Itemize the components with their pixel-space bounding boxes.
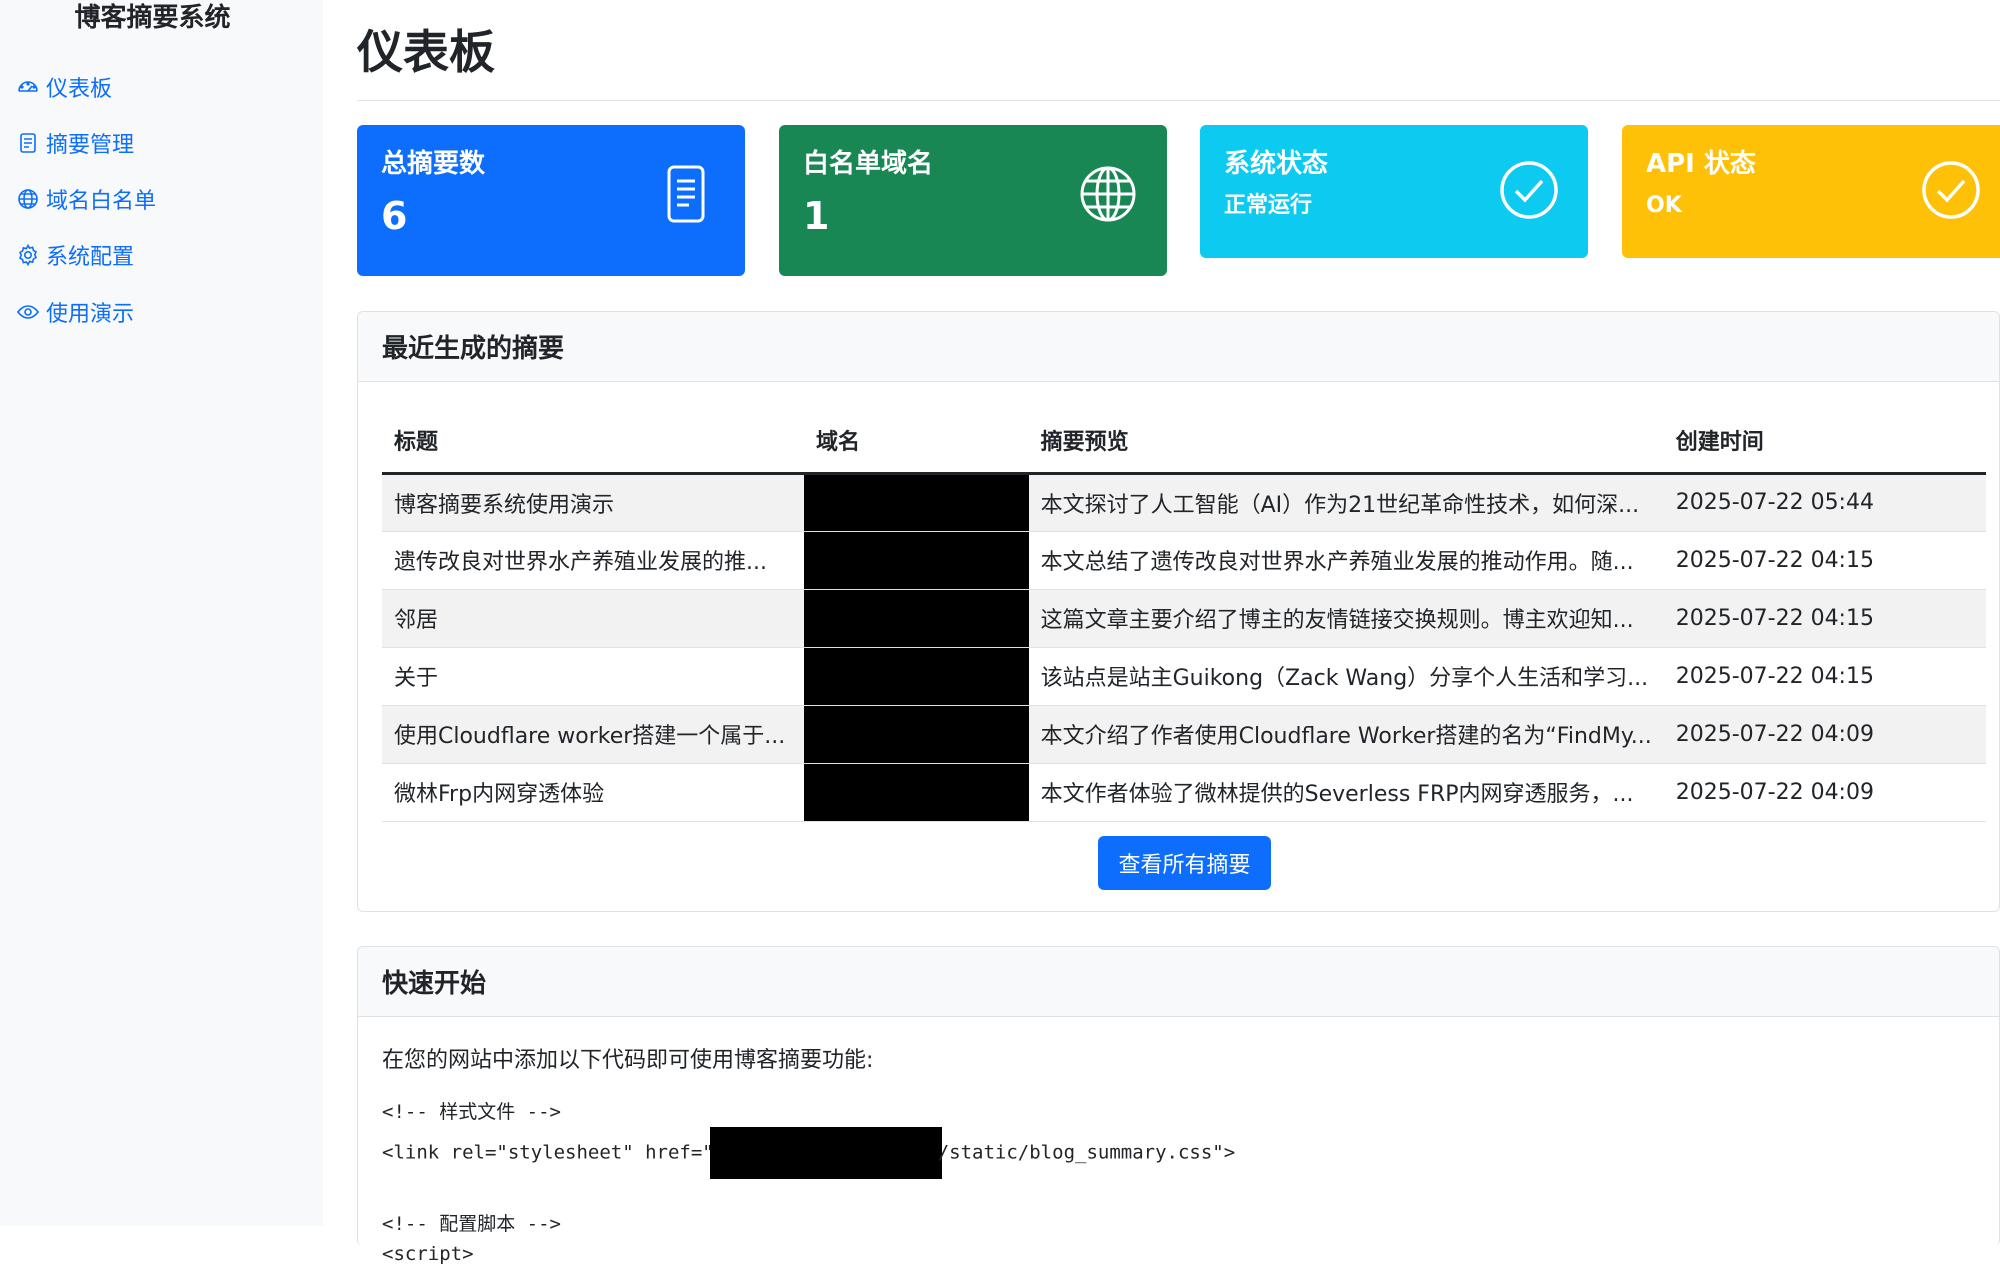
summary-preview: 这篇文章主要介绍了博主的友情链接交换规则。博主欢迎知... — [1028, 589, 1664, 648]
summary-preview: 该站点是站主Guikong（Zack Wang）分享个人生活和学习... — [1028, 647, 1664, 706]
stat-card-api-status: API 状态 OK — [1622, 125, 2000, 258]
stat-card-whitelist-domains: 白名单域名 1 — [779, 125, 1167, 276]
document-icon — [655, 163, 717, 225]
summary-title: 遗传改良对世界水产养殖业发展的推... — [382, 531, 804, 590]
summary-title: 邻居 — [382, 589, 804, 648]
sidebar-item-label: 使用演示 — [46, 302, 135, 327]
code-link-suffix: /static/blog_summary.css"> — [937, 1141, 1236, 1164]
summary-preview: 本文总结了遗传改良对世界水产养殖业发展的推动作用。随... — [1028, 531, 1664, 590]
summary-time: 2025-07-22 04:15 — [1663, 647, 1986, 706]
sidebar-item-dashboard[interactable]: 仪表板 — [16, 67, 112, 107]
column-header-time: 创建时间 — [1663, 409, 1986, 475]
page-title: 仪表板 — [357, 25, 495, 79]
redacted-domain — [803, 473, 1029, 532]
table-row[interactable]: 博客摘要系统使用演示 本文探讨了人工智能（AI）作为21世纪革命性技术，如何深.… — [382, 473, 1986, 532]
quickstart-intro: 在您的网站中添加以下代码即可使用博客摘要功能: — [382, 1048, 874, 1073]
recent-summaries-table: 标题 域名 摘要预览 创建时间 博客摘要系统使用演示 本文探讨了人工智能（AI）… — [382, 409, 1986, 822]
code-comment-script: <!-- 配置脚本 --> — [382, 1213, 561, 1235]
code-link-prefix: <link rel="stylesheet" href=" — [382, 1141, 714, 1164]
globe-icon — [16, 187, 40, 211]
table-header-row: 标题 域名 摘要预览 创建时间 — [382, 409, 1986, 475]
code-comment-style: <!-- 样式文件 --> — [382, 1101, 561, 1123]
check-circle-icon — [1920, 159, 1982, 221]
sidebar-item-label: 系统配置 — [46, 245, 135, 270]
table-row[interactable]: 邻居 这篇文章主要介绍了博主的友情链接交换规则。博主欢迎知... 2025-07… — [382, 589, 1986, 648]
sidebar-item-label: 仪表板 — [46, 77, 113, 102]
view-all-summaries-button[interactable]: 查看所有摘要 — [1098, 836, 1271, 890]
table-row[interactable]: 遗传改良对世界水产养殖业发展的推... 本文总结了遗传改良对世界水产养殖业发展的… — [382, 531, 1986, 590]
sidebar-item-summaries[interactable]: 摘要管理 — [16, 123, 134, 163]
document-icon — [16, 131, 40, 155]
redacted-domain — [803, 589, 1029, 648]
summary-title: 关于 — [382, 647, 804, 706]
summary-title: 使用Cloudflare worker搭建一个属于... — [382, 705, 804, 764]
eye-icon — [16, 300, 40, 324]
stat-card-total-summaries: 总摘要数 6 — [357, 125, 745, 276]
card-header: 最近生成的摘要 — [358, 312, 1999, 382]
column-header-preview: 摘要预览 — [1028, 409, 1664, 475]
redacted-url — [709, 1127, 942, 1179]
sidebar-item-settings[interactable]: 系统配置 — [16, 235, 134, 275]
summary-preview: 本文探讨了人工智能（AI）作为21世纪革命性技术，如何深... — [1028, 473, 1664, 532]
gear-icon — [16, 243, 40, 267]
summary-time: 2025-07-22 04:15 — [1663, 589, 1986, 648]
app-title: 博客摘要系统 — [74, 3, 231, 33]
quickstart-card: 快速开始 在您的网站中添加以下代码即可使用博客摘要功能: <!-- 样式文件 -… — [357, 946, 2000, 1265]
sidebar-item-demo[interactable]: 使用演示 — [16, 292, 134, 332]
sidebar-item-label: 域名白名单 — [46, 189, 157, 214]
check-circle-icon — [1498, 159, 1560, 221]
redacted-domain — [803, 705, 1029, 764]
summary-time: 2025-07-22 04:09 — [1663, 763, 1986, 822]
summary-time: 2025-07-22 04:15 — [1663, 531, 1986, 590]
main-content: 仪表板 总摘要数 6 白名单域名 1 系统状态 正常运行 API 状态 OK 最… — [357, 0, 2000, 1265]
redacted-domain — [803, 763, 1029, 822]
recent-summaries-card: 最近生成的摘要 标题 域名 摘要预览 创建时间 博客摘要系统使用演示 本文探讨了… — [357, 311, 2000, 912]
code-snippet[interactable]: <!-- 样式文件 --> <link rel="stylesheet" href… — [382, 1097, 1235, 1269]
card-header: 快速开始 — [358, 947, 1999, 1017]
redacted-domain — [803, 647, 1029, 706]
table-row[interactable]: 微林Frp内网穿透体验 本文作者体验了微林提供的Severless FRP内网穿… — [382, 763, 1986, 822]
stat-card-system-status: 系统状态 正常运行 — [1200, 125, 1588, 258]
summary-title: 博客摘要系统使用演示 — [382, 473, 804, 532]
sidebar-item-whitelist[interactable]: 域名白名单 — [16, 179, 156, 219]
table-row[interactable]: 使用Cloudflare worker搭建一个属于... 本文介绍了作者使用Cl… — [382, 705, 1986, 764]
code-script-tag: <script> — [382, 1243, 474, 1265]
summary-time: 2025-07-22 04:09 — [1663, 705, 1986, 764]
divider — [357, 100, 2000, 101]
summary-preview: 本文作者体验了微林提供的Severless FRP内网穿透服务，... — [1028, 763, 1664, 822]
column-header-title: 标题 — [382, 409, 804, 475]
sidebar-item-label: 摘要管理 — [46, 133, 135, 158]
column-header-domain: 域名 — [803, 409, 1029, 475]
summary-preview: 本文介绍了作者使用Cloudflare Worker搭建的名为“FindMy..… — [1028, 705, 1664, 764]
summary-time: 2025-07-22 05:44 — [1663, 473, 1986, 532]
summary-title: 微林Frp内网穿透体验 — [382, 763, 804, 822]
redacted-domain — [803, 531, 1029, 590]
globe-icon — [1077, 163, 1139, 225]
speedometer-icon — [16, 75, 40, 99]
code-link-line: <link rel="stylesheet" href=" /static/blo… — [382, 1127, 1235, 1179]
sidebar: 博客摘要系统 仪表板 摘要管理 域名白名单 系统配置 使用演示 — [0, 0, 323, 1226]
table-row[interactable]: 关于 该站点是站主Guikong（Zack Wang）分享个人生活和学习... … — [382, 647, 1986, 706]
